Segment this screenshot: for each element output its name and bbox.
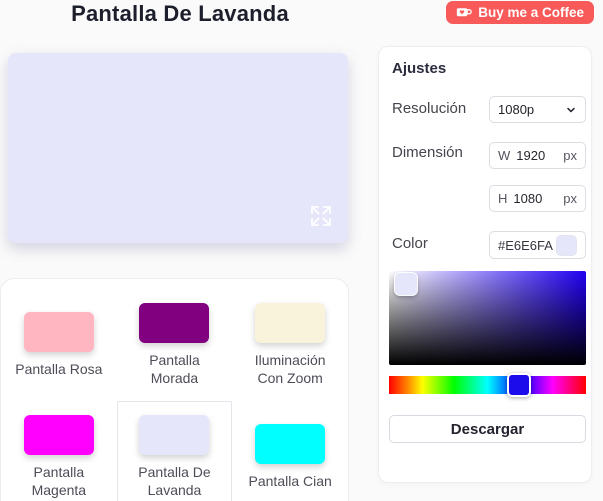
width-input[interactable]: W 1920 px [489, 142, 586, 169]
palette-item-rosa[interactable]: Pantalla Rosa [1, 289, 117, 401]
palette-label: Pantalla Morada [149, 352, 200, 386]
palette-item-cian[interactable]: Pantalla Cian [232, 401, 348, 501]
height-prefix: H [498, 191, 508, 206]
palette-grid: Pantalla Rosa Pantalla Morada Iluminació… [1, 279, 348, 501]
palette-label: Iluminación Con Zoom [254, 352, 326, 386]
saturation-picker[interactable] [389, 271, 586, 365]
palette-swatch[interactable] [23, 415, 94, 455]
resolution-select[interactable]: 1080p [489, 96, 586, 123]
download-button[interactable]: Descargar [389, 415, 586, 443]
hex-color-input[interactable]: #E6E6FA [489, 231, 586, 259]
coffee-cup-icon [456, 6, 473, 20]
palette-label: Pantalla Magenta [31, 464, 87, 498]
palette-swatch[interactable] [255, 424, 326, 464]
palette-label: Pantalla De Lavanda [138, 464, 211, 498]
screen-preview[interactable] [8, 53, 348, 243]
dimension-label: Dimensión [392, 144, 463, 161]
width-prefix: W [498, 148, 511, 163]
palette-swatch[interactable] [255, 303, 326, 343]
palette-label: Pantalla Cian [248, 473, 332, 489]
resolution-value: 1080p [498, 102, 535, 117]
hex-color-value: #E6E6FA [498, 237, 553, 253]
palette-item-iluminacion-zoom[interactable]: Iluminación Con Zoom [232, 289, 348, 401]
chevron-down-icon [565, 104, 577, 116]
fullscreen-expand-icon[interactable] [308, 204, 334, 230]
height-input[interactable]: H 1080 px [489, 185, 586, 212]
settings-panel: Ajustes Resolución 1080p Dimensión W 192… [378, 46, 592, 483]
height-unit: px [563, 191, 577, 206]
hue-slider-handle[interactable] [507, 373, 531, 397]
saturation-picker-handle[interactable] [395, 273, 417, 295]
settings-heading: Ajustes [392, 60, 447, 77]
hue-slider[interactable] [389, 373, 586, 397]
app-root: Pantalla De Lavanda Buy me a Coffee Pant… [0, 0, 603, 501]
page-title: Pantalla De Lavanda [71, 1, 289, 26]
palette-item-magenta[interactable]: Pantalla Magenta [1, 401, 117, 501]
height-value: 1080 [513, 191, 543, 206]
color-label: Color [392, 235, 428, 252]
buy-me-a-coffee-button[interactable]: Buy me a Coffee [446, 1, 594, 24]
color-chip [556, 234, 577, 256]
palette-item-morada[interactable]: Pantalla Morada [117, 289, 233, 401]
palette-item-lavanda-selected[interactable]: Pantalla De Lavanda [116, 401, 233, 501]
width-value: 1920 [516, 148, 546, 163]
palette-swatch[interactable] [139, 303, 210, 343]
palette-label: Pantalla Rosa [15, 361, 103, 377]
buy-button-label: Buy me a Coffee [478, 5, 584, 20]
resolution-label: Resolución [392, 100, 467, 117]
palette-swatch[interactable] [23, 312, 94, 352]
palette-card: Pantalla Rosa Pantalla Morada Iluminació… [0, 278, 349, 501]
palette-swatch[interactable] [139, 415, 210, 455]
width-unit: px [563, 148, 577, 163]
